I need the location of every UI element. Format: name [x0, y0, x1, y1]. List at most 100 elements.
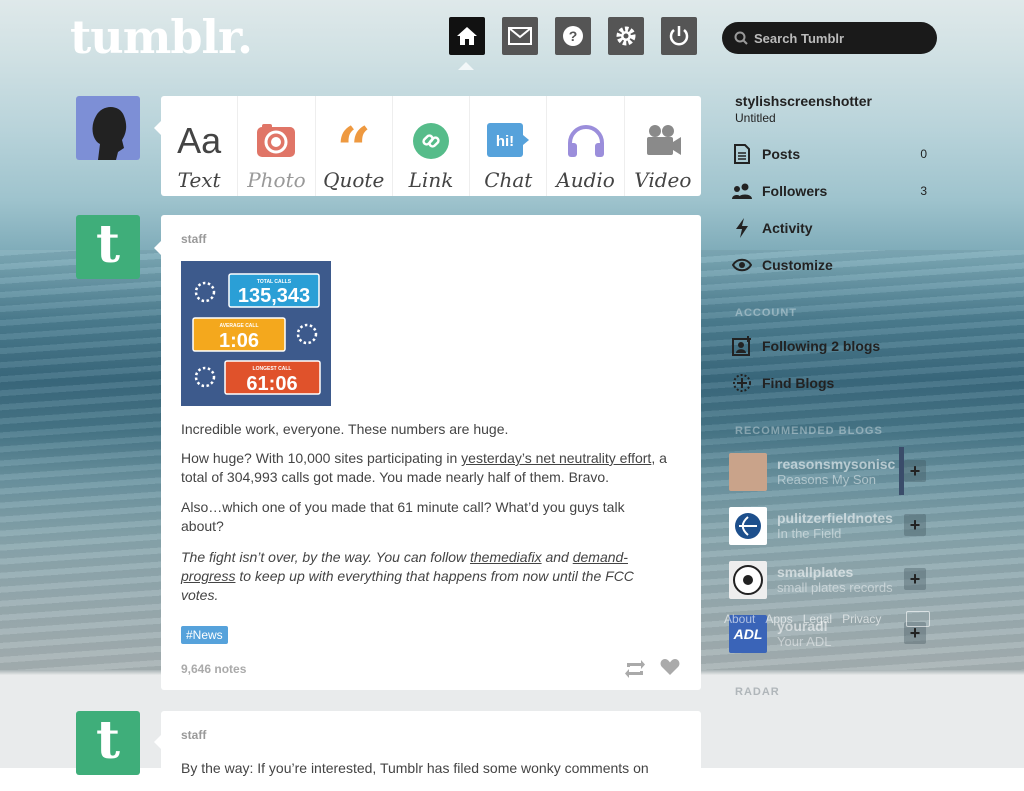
search-box[interactable] — [722, 22, 937, 54]
mail-icon — [508, 27, 532, 45]
footer-link-about[interactable]: About — [724, 612, 755, 626]
footer-link-privacy[interactable]: Privacy — [842, 612, 881, 626]
sidebar-item-following[interactable]: Following 2 blogs — [731, 336, 927, 356]
dashboard-post: staff By the way: If you’re interested, … — [161, 711, 701, 791]
staff-avatar[interactable]: t — [76, 213, 140, 279]
staff-avatar[interactable]: t — [76, 709, 140, 775]
recommended-blog[interactable]: pulitzerfieldnotes In the Field + — [729, 506, 929, 546]
post-paragraph: How huge? With 10,000 sites participatin… — [181, 450, 667, 485]
post-author[interactable]: staff — [181, 728, 206, 742]
followers-icon — [732, 183, 752, 199]
post-type-link[interactable]: Link — [393, 96, 471, 196]
recommended-blog-title: In the Field — [777, 526, 842, 541]
post-author[interactable]: staff — [181, 232, 206, 246]
post-photo[interactable]: TOTAL CALLS 135,343 AVERAGE CALL 1:06 LO… — [181, 261, 331, 406]
recommended-blog-title: small plates records — [777, 580, 893, 595]
sidebar-item-posts[interactable]: Posts 0 — [731, 144, 927, 164]
post-notes[interactable]: 9,646 notes — [181, 662, 246, 676]
messages-button[interactable] — [502, 17, 538, 55]
sidebar-item-find-blogs[interactable]: Find Blogs — [731, 373, 927, 393]
sidebar-item-customize[interactable]: Customize — [731, 255, 927, 275]
blog-name[interactable]: stylishscreenshotter — [735, 93, 872, 109]
section-recommended: RECOMMENDED BLOGS — [735, 425, 883, 437]
section-radar: RADAR — [735, 686, 780, 698]
average-call-value: 1:06 — [219, 330, 259, 352]
post-type-text[interactable]: Aa Text — [161, 96, 239, 196]
user-avatar[interactable] — [76, 96, 140, 160]
post-type-label: Link — [408, 168, 454, 192]
sidebar-item-count: 0 — [920, 147, 927, 161]
post-link[interactable]: themediafix — [470, 549, 542, 565]
sidebar-item-count: 3 — [920, 184, 927, 198]
follow-button[interactable]: + — [904, 460, 926, 482]
home-icon — [457, 27, 477, 45]
tumblr-t-icon: t — [95, 709, 121, 771]
recommended-blog[interactable]: smallplates small plates records + — [729, 560, 929, 600]
recommended-blog-name: smallplates — [777, 564, 854, 580]
help-button[interactable]: ? — [555, 17, 591, 55]
call-stats-graphic: TOTAL CALLS 135,343 AVERAGE CALL 1:06 LO… — [181, 261, 331, 406]
post-type-video[interactable]: Video — [625, 96, 701, 196]
blog-title: Untitled — [735, 111, 776, 125]
post-type-label: Quote — [323, 168, 385, 192]
footer-link-legal[interactable]: Legal — [803, 612, 832, 626]
recommended-blog-title: Reasons My Son — [777, 472, 876, 487]
blog-avatar — [729, 453, 767, 491]
chat-icon: hi! — [487, 123, 530, 157]
search-icon — [734, 31, 748, 45]
keyboard-shortcuts-icon[interactable] — [906, 611, 930, 627]
tumblr-t-icon: t — [95, 213, 121, 275]
post-type-label: Text — [177, 168, 221, 192]
sidebar-item-activity[interactable]: Activity — [731, 218, 927, 238]
sidebar-item-label: Find Blogs — [762, 375, 835, 391]
recommended-blog-name: pulitzerfieldnotes — [777, 510, 893, 526]
tumblr-logo[interactable]: tumblr. — [70, 10, 253, 64]
sidebar-item-label: Following 2 blogs — [762, 338, 881, 354]
post-type-label: Audio — [556, 168, 615, 192]
recommended-blog-title: Your ADL — [777, 634, 832, 649]
post-type-audio[interactable]: Audio — [547, 96, 625, 196]
section-account: ACCOUNT — [735, 307, 797, 319]
longest-call-label: LONGEST CALL — [253, 366, 292, 372]
posts-icon — [734, 144, 750, 164]
post-type-chat[interactable]: hi! Chat — [470, 96, 548, 196]
heart-icon[interactable] — [660, 658, 680, 676]
post-paragraph: Also…which one of you made that 61 minut… — [181, 499, 625, 534]
recommended-blog[interactable]: reasonsmysonisc Reasons My Son + — [729, 452, 929, 492]
footer-links: About Apps Legal Privacy — [724, 612, 881, 626]
gear-icon — [616, 26, 636, 46]
following-icon — [732, 336, 751, 356]
sidebar-item-followers[interactable]: Followers 3 — [731, 181, 927, 201]
search-input[interactable] — [752, 29, 926, 47]
eye-icon — [732, 258, 752, 272]
post-link[interactable]: yesterday’s net neutrality effort — [461, 450, 651, 466]
sidebar-item-label: Posts — [762, 146, 801, 162]
sidebar-item-label: Activity — [762, 220, 813, 236]
follow-button[interactable]: + — [904, 514, 926, 536]
post-paragraph: The fight isn’t over, by the way. You ca… — [181, 549, 634, 603]
follow-button[interactable]: + — [904, 568, 926, 590]
home-button[interactable] — [449, 17, 485, 55]
total-calls-value: 135,343 — [238, 285, 310, 307]
find-blogs-icon — [733, 374, 751, 392]
longest-call-value: 61:06 — [246, 373, 297, 395]
reblog-icon[interactable] — [624, 659, 646, 679]
footer-link-apps[interactable]: Apps — [765, 612, 792, 626]
post-type-photo[interactable]: Photo — [238, 96, 316, 196]
post-type-quote[interactable]: “ Quote — [316, 96, 393, 196]
post-paragraph: By the way: If you’re interested, Tumblr… — [181, 760, 649, 776]
active-nav-caret — [458, 62, 474, 70]
blog-avatar — [729, 507, 767, 545]
logout-button[interactable] — [661, 17, 697, 55]
headphones-icon — [567, 125, 604, 157]
quote-icon: “ — [336, 115, 371, 185]
text-icon: Aa — [177, 120, 222, 161]
post-paragraph: Incredible work, everyone. These numbers… — [181, 421, 509, 437]
top-nav: ? — [449, 17, 697, 55]
svg-text:?: ? — [569, 28, 578, 44]
post-tag[interactable]: #News — [181, 626, 228, 644]
settings-button[interactable] — [608, 17, 644, 55]
help-icon: ? — [563, 26, 583, 46]
post-type-label: Chat — [484, 168, 533, 192]
sidebar-item-label: Followers — [762, 183, 828, 199]
